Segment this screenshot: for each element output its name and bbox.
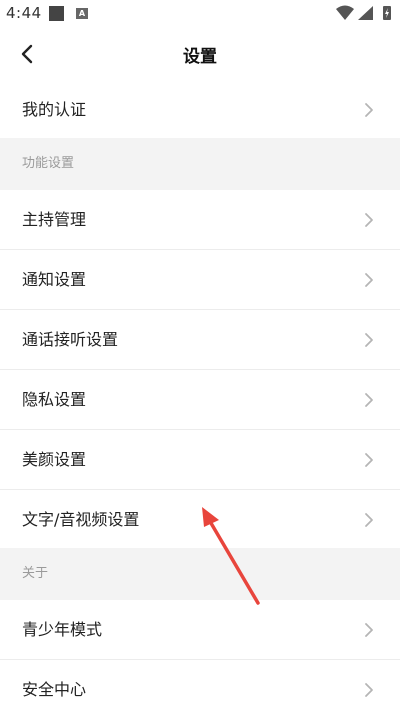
section-title: 关于 xyxy=(22,566,49,581)
settings-item-label: 美颜设置 xyxy=(22,450,87,469)
chevron-right-icon xyxy=(365,213,373,227)
chevron-right-icon xyxy=(365,333,373,347)
settings-item-label: 主持管理 xyxy=(22,210,87,229)
settings-item-call-answer[interactable]: 通话接听设置 xyxy=(0,310,400,370)
section-title: 功能设置 xyxy=(22,156,75,171)
notification-square-icon xyxy=(49,6,64,21)
settings-item-text-av[interactable]: 文字/音视频设置 xyxy=(0,490,400,550)
settings-item-label: 通话接听设置 xyxy=(22,330,119,349)
page-title: 设置 xyxy=(183,47,217,67)
chevron-right-icon xyxy=(365,103,373,117)
section-header-features: 功能设置 xyxy=(0,138,400,190)
settings-item-privacy[interactable]: 隐私设置 xyxy=(0,370,400,430)
settings-item-teen-mode[interactable]: 青少年模式 xyxy=(0,600,400,660)
notification-a-icon: A xyxy=(76,8,88,19)
chevron-right-icon xyxy=(365,513,373,527)
chevron-right-icon xyxy=(365,683,373,697)
status-icons xyxy=(336,5,391,20)
settings-item-label: 文字/音视频设置 xyxy=(22,510,140,529)
settings-item-security-center[interactable]: 安全中心 xyxy=(0,660,400,712)
settings-item-label: 我的认证 xyxy=(22,100,87,119)
signal-icon xyxy=(358,6,373,20)
chevron-right-icon xyxy=(365,453,373,467)
title-bar: 设置 xyxy=(0,28,400,80)
settings-item-label: 青少年模式 xyxy=(22,620,103,639)
settings-item-beauty[interactable]: 美颜设置 xyxy=(0,430,400,490)
section-header-about: 关于 xyxy=(0,548,400,600)
status-bar: 4:44 A xyxy=(0,0,400,28)
chevron-right-icon xyxy=(365,623,373,637)
chevron-right-icon xyxy=(365,273,373,287)
chevron-right-icon xyxy=(365,393,373,407)
wifi-icon xyxy=(336,5,354,20)
settings-item-verification[interactable]: 我的认证 xyxy=(0,80,400,140)
status-time: 4:44 xyxy=(6,4,42,22)
settings-item-label: 通知设置 xyxy=(22,270,87,289)
settings-item-label: 隐私设置 xyxy=(22,390,87,409)
settings-item-label: 安全中心 xyxy=(22,680,87,699)
settings-item-host-management[interactable]: 主持管理 xyxy=(0,190,400,250)
settings-item-notifications[interactable]: 通知设置 xyxy=(0,250,400,310)
